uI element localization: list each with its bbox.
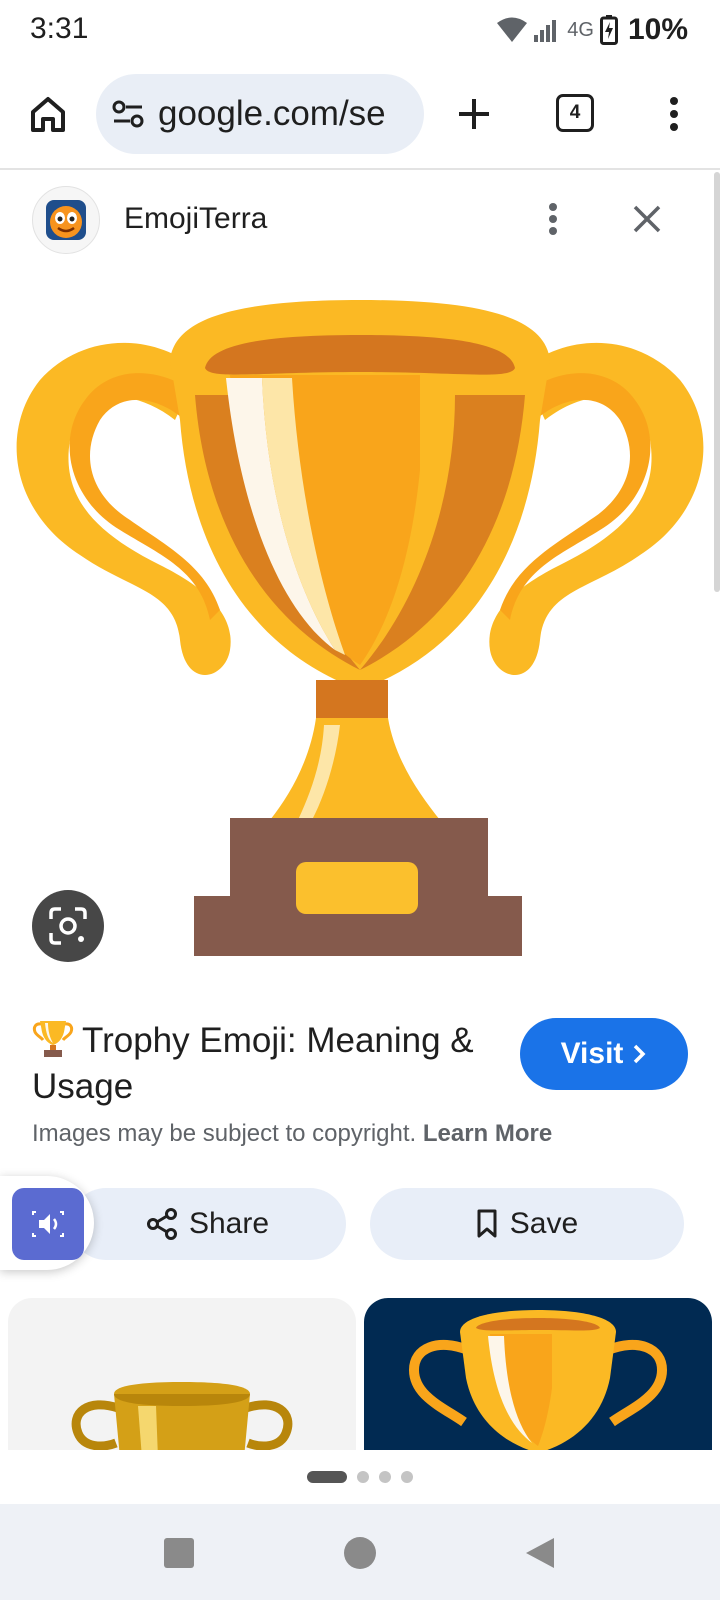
bookmark-icon bbox=[477, 1209, 497, 1238]
speaker-icon bbox=[12, 1188, 84, 1260]
lens-button[interactable] bbox=[32, 890, 104, 962]
source-header: EmojiTerra bbox=[0, 172, 720, 272]
tab-switcher-icon[interactable]: 4 bbox=[556, 94, 594, 132]
pagination-dots bbox=[0, 1450, 720, 1504]
signal-icon bbox=[534, 20, 557, 42]
related-image-1[interactable] bbox=[8, 1298, 356, 1450]
related-images bbox=[0, 1298, 720, 1450]
share-button[interactable]: Share bbox=[70, 1188, 346, 1260]
status-icons: 4G 10% bbox=[497, 12, 688, 48]
close-button[interactable] bbox=[624, 196, 670, 242]
save-label: Save bbox=[509, 1207, 579, 1240]
trophy-image[interactable] bbox=[0, 280, 720, 980]
close-icon bbox=[633, 205, 661, 233]
share-label: Share bbox=[188, 1207, 270, 1240]
back-button[interactable] bbox=[524, 1536, 556, 1570]
more-vert-icon bbox=[670, 97, 678, 131]
lens-icon bbox=[49, 907, 87, 945]
page-dot[interactable] bbox=[379, 1471, 391, 1483]
save-button[interactable]: Save bbox=[370, 1188, 684, 1260]
recents-button[interactable] bbox=[164, 1538, 194, 1568]
plus-icon bbox=[459, 99, 489, 129]
status-bar: 3:31 4G 10% bbox=[0, 0, 720, 60]
copyright-notice: Images may be subject to copyright. Lear… bbox=[32, 1120, 552, 1148]
wifi-icon bbox=[497, 17, 528, 42]
learn-more-link[interactable]: Learn More bbox=[423, 1120, 552, 1147]
address-bar[interactable]: google.com/se bbox=[96, 74, 424, 154]
more-vert-icon bbox=[549, 203, 557, 235]
source-favicon bbox=[32, 186, 100, 254]
battery-charging-icon bbox=[599, 15, 618, 45]
source-name[interactable]: EmojiTerra bbox=[124, 202, 267, 236]
page-dot[interactable] bbox=[401, 1471, 413, 1483]
result-title-text: Trophy Emoji: Meaning & Usage bbox=[32, 1021, 474, 1106]
site-settings-icon[interactable] bbox=[110, 96, 146, 132]
tab-count: 4 bbox=[569, 102, 581, 123]
status-time: 3:31 bbox=[30, 12, 89, 45]
new-tab-button[interactable] bbox=[448, 88, 500, 140]
page-dot[interactable] bbox=[357, 1471, 369, 1483]
result-title[interactable]: Trophy Emoji: Meaning & Usage bbox=[32, 1018, 492, 1110]
battery-percent: 10% bbox=[627, 13, 688, 46]
copyright-text: Images may be subject to copyright. bbox=[32, 1120, 417, 1147]
browser-menu-button[interactable] bbox=[648, 88, 700, 140]
url-text: google.com/se bbox=[158, 94, 386, 133]
home-button[interactable] bbox=[22, 88, 74, 140]
visit-button[interactable]: Visit bbox=[520, 1018, 688, 1090]
related-image-2[interactable] bbox=[364, 1298, 712, 1450]
network-type: 4G bbox=[567, 18, 594, 41]
trophy-emoji bbox=[32, 1021, 74, 1057]
chevron-right-icon bbox=[634, 1044, 646, 1064]
source-menu-button[interactable] bbox=[530, 196, 576, 242]
system-nav-bar bbox=[0, 1504, 720, 1600]
page-dot-active[interactable] bbox=[307, 1471, 347, 1483]
share-icon bbox=[146, 1208, 177, 1240]
home-nav-button[interactable] bbox=[344, 1537, 376, 1569]
read-aloud-button[interactable] bbox=[0, 1176, 94, 1270]
home-icon bbox=[31, 97, 65, 132]
visit-label: Visit bbox=[560, 1037, 624, 1070]
browser-toolbar: google.com/se 4 bbox=[0, 60, 720, 170]
